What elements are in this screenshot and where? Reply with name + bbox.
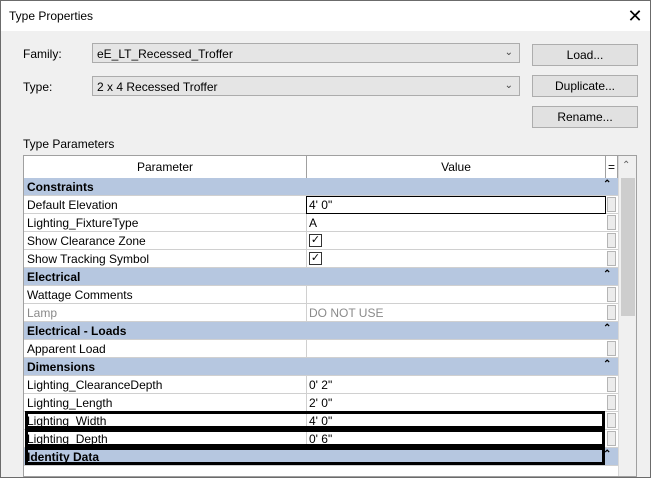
type-value: 2 x 4 Recessed Troffer [97,80,218,94]
parameter-row[interactable]: Lighting_Length 2' 0" [24,394,618,412]
parameter-value[interactable]: DO NOT USE [309,306,383,320]
column-divider [306,232,307,250]
formula-button[interactable] [607,287,616,302]
double-chevron-up-icon[interactable]: ⌃ [603,269,611,280]
parameter-value[interactable]: 4' 0" [309,198,332,212]
parameter-name: Wattage Comments [27,288,133,302]
double-chevron-up-icon[interactable]: ⌃ [603,179,611,190]
column-divider [306,394,307,412]
formula-button[interactable] [607,233,616,248]
parameter-value[interactable]: 0' 6" [309,432,332,446]
type-parameters-grid: Parameter Value = Constraints ⌃ Default El… [23,155,637,477]
family-label: Family: [23,47,62,61]
parameter-row[interactable]: Default Elevation 4' 0" [24,196,618,214]
column-divider [306,250,307,268]
formula-button[interactable] [607,341,616,356]
column-divider [306,430,307,448]
parameter-name: Lighting_FixtureType [27,216,139,230]
chevron-down-icon: ⌄ [504,47,513,58]
parameter-name: Lighting_Length [27,396,113,410]
double-chevron-up-icon[interactable]: ⌃ [603,449,611,460]
title-bar: Type Properties ✕ [1,1,650,31]
double-chevron-up-icon[interactable]: ⌃ [603,359,611,370]
window-title: Type Properties [9,9,94,23]
column-divider [306,286,307,304]
type-parameters-label: Type Parameters [23,137,115,151]
formula-button[interactable] [607,215,616,230]
column-divider [306,340,307,358]
parameter-row[interactable]: Lighting_FixtureType A [24,214,618,232]
parameter-name: Default Elevation [27,198,118,212]
group-header-label: Electrical - Loads [27,324,127,338]
parameter-name: Lighting_ClearanceDepth [27,378,163,392]
parameter-row[interactable]: Lighting_Depth 0' 6" [24,430,618,448]
group-header-label: Identity Data [27,450,100,464]
group-header-row[interactable]: Electrical ⌃ [24,268,618,286]
formula-button[interactable] [607,305,616,320]
parameter-row[interactable]: Lighting_ClearanceDepth 0' 2" [24,376,618,394]
formula-button[interactable] [607,197,616,212]
formula-button[interactable] [607,431,616,446]
duplicate-button[interactable]: Duplicate... [532,75,638,97]
column-menu-button[interactable]: = [606,156,618,179]
type-dropdown[interactable]: 2 x 4 Recessed Troffer ⌄ [92,76,520,96]
value-column-header[interactable]: Value [307,156,606,179]
column-divider [306,304,307,322]
parameter-value[interactable]: 4' 0" [309,414,332,428]
checkbox-icon[interactable]: ✓ [309,234,322,247]
formula-button[interactable] [607,251,616,266]
type-label: Type: [23,80,53,94]
parameter-name: Lighting_Width [27,414,107,428]
group-header-row[interactable]: Electrical - Loads ⌃ [24,322,618,340]
parameter-name: Lighting_Depth [27,432,108,446]
parameter-value[interactable]: A [309,216,317,230]
parameter-name: Show Tracking Symbol [27,252,150,266]
checkbox-icon[interactable]: ✓ [309,252,322,265]
scrollbar-thumb[interactable] [621,178,635,316]
parameter-row[interactable]: Apparent Load [24,340,618,358]
parameter-row[interactable]: Show Clearance Zone ✓ [24,232,618,250]
rename-button[interactable]: Rename... [532,106,638,128]
value-edit-box[interactable] [306,196,606,214]
group-header-row[interactable]: Constraints ⌃ [24,178,618,196]
group-header-row[interactable]: Identity Data ⌃ [24,448,618,466]
group-header-row[interactable]: Dimensions ⌃ [24,358,618,376]
group-header-label: Electrical [27,270,81,284]
column-divider [306,214,307,232]
parameter-name: Apparent Load [27,342,106,356]
formula-button[interactable] [607,377,616,392]
parameter-row[interactable]: Lamp DO NOT USE [24,304,618,322]
parameter-value[interactable]: 2' 0" [309,396,332,410]
parameter-name: Show Clearance Zone [27,234,146,248]
double-chevron-up-icon[interactable]: ⌃ [603,323,611,334]
vertical-scrollbar[interactable]: ⌃ [618,156,636,476]
group-header-label: Dimensions [27,360,96,374]
formula-button[interactable] [607,413,616,428]
family-dropdown[interactable]: eE_LT_Recessed_Troffer ⌄ [92,43,520,63]
parameter-row[interactable]: Lighting_Width 4' 0" [24,412,618,430]
chevron-down-icon: ⌄ [504,80,513,91]
scroll-up-icon[interactable]: ⌃ [622,160,630,171]
formula-button[interactable] [607,395,616,410]
parameter-name: Lamp [27,306,58,320]
group-header-label: Constraints [27,180,94,194]
column-divider [306,376,307,394]
type-properties-dialog: Type Properties ✕ Family: eE_LT_Recessed… [0,0,651,478]
parameter-value[interactable]: 0' 2" [309,378,332,392]
column-divider [306,412,307,430]
parameter-column-header[interactable]: Parameter [24,156,307,179]
parameter-row[interactable]: Wattage Comments [24,286,618,304]
parameter-row[interactable]: Show Tracking Symbol ✓ [24,250,618,268]
load-button[interactable]: Load... [532,44,638,66]
family-value: eE_LT_Recessed_Troffer [97,47,233,61]
close-icon[interactable]: ✕ [625,6,645,26]
